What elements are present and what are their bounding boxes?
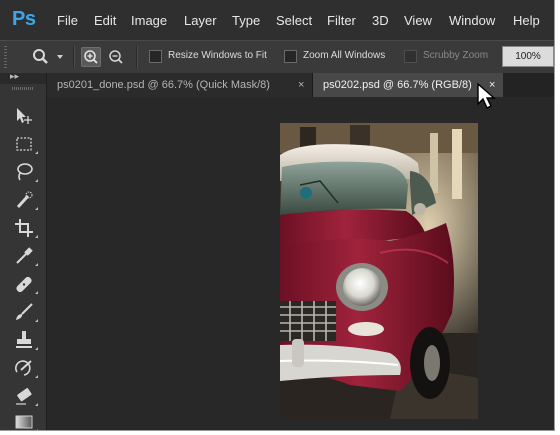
scrubby-zoom-label: Scrubby Zoom xyxy=(423,50,489,61)
tab-label: ps0202.psd @ 66.7% (RGB/8) xyxy=(323,79,472,91)
zoom-all-windows-label: Zoom All Windows xyxy=(303,50,386,61)
options-bar-grip[interactable] xyxy=(4,46,7,68)
menu-layer[interactable]: Layer xyxy=(184,13,217,28)
brush-tool-icon[interactable] xyxy=(12,300,38,324)
tab-ps0202[interactable]: ps0202.psd @ 66.7% (RGB/8) × xyxy=(313,73,503,97)
tab-label: ps0201_done.psd @ 66.7% (Quick Mask/8) xyxy=(57,79,270,91)
menu-view[interactable]: View xyxy=(404,13,432,28)
zoom-all-windows-checkbox[interactable] xyxy=(284,50,297,63)
canvas-area[interactable] xyxy=(47,97,554,430)
tab-ps0201-done[interactable]: ps0201_done.psd @ 66.7% (Quick Mask/8) × xyxy=(47,73,313,97)
quick-select-tool-icon[interactable] xyxy=(12,188,38,212)
collapse-panel-icon[interactable]: ▸▸ xyxy=(10,71,19,82)
vintage-car-photo xyxy=(280,123,478,419)
zoom-magnifier-icon xyxy=(33,49,63,64)
crop-tool-icon[interactable] xyxy=(12,216,38,240)
zoom-out-icon xyxy=(109,50,123,64)
zoom-in-button[interactable] xyxy=(81,47,101,67)
menu-select[interactable]: Select xyxy=(276,13,312,28)
lasso-tool-icon[interactable] xyxy=(12,160,38,184)
zoom-tool-preset-picker[interactable] xyxy=(30,47,66,67)
photoshop-window: Ps File Edit Image Layer Type Select Fil… xyxy=(0,0,555,431)
tools-panel: ▸▸ xyxy=(0,71,47,430)
menu-help[interactable]: Help xyxy=(513,13,540,28)
zoom-in-icon xyxy=(84,50,98,64)
zoom-out-button[interactable] xyxy=(106,47,126,67)
menu-type[interactable]: Type xyxy=(232,13,260,28)
resize-windows-label: Resize Windows to Fit xyxy=(168,50,267,61)
scrubby-zoom-checkbox[interactable] xyxy=(404,50,417,63)
tools-panel-header[interactable]: ▸▸ xyxy=(0,71,46,84)
menu-file[interactable]: File xyxy=(57,13,78,28)
menu-3d[interactable]: 3D xyxy=(372,13,389,28)
tools-panel-grip[interactable] xyxy=(12,87,34,90)
menu-window[interactable]: Window xyxy=(449,13,495,28)
move-tool-icon[interactable] xyxy=(12,104,36,128)
close-icon[interactable]: × xyxy=(298,73,304,97)
eraser-tool-icon[interactable] xyxy=(12,384,38,408)
resize-windows-checkbox[interactable] xyxy=(149,50,162,63)
gradient-tool-icon[interactable] xyxy=(12,410,38,430)
clone-stamp-tool-icon[interactable] xyxy=(12,328,38,352)
menu-edit[interactable]: Edit xyxy=(94,13,116,28)
menu-image[interactable]: Image xyxy=(131,13,167,28)
options-bar: Resize Windows to Fit Zoom All Windows S… xyxy=(0,40,554,74)
mouse-cursor-icon xyxy=(477,82,496,109)
eyedropper-tool-icon[interactable] xyxy=(12,244,38,268)
options-divider xyxy=(136,46,138,68)
options-divider xyxy=(73,46,75,68)
history-brush-tool-icon[interactable] xyxy=(12,356,38,380)
document-canvas-image[interactable] xyxy=(280,123,478,419)
menu-filter[interactable]: Filter xyxy=(327,13,356,28)
healing-brush-tool-icon[interactable] xyxy=(12,272,38,296)
menu-bar: Ps File Edit Image Layer Type Select Fil… xyxy=(0,0,554,40)
marquee-tool-icon[interactable] xyxy=(12,132,38,156)
zoom-percent-button[interactable]: 100% xyxy=(502,46,554,67)
app-logo: Ps xyxy=(12,8,36,30)
